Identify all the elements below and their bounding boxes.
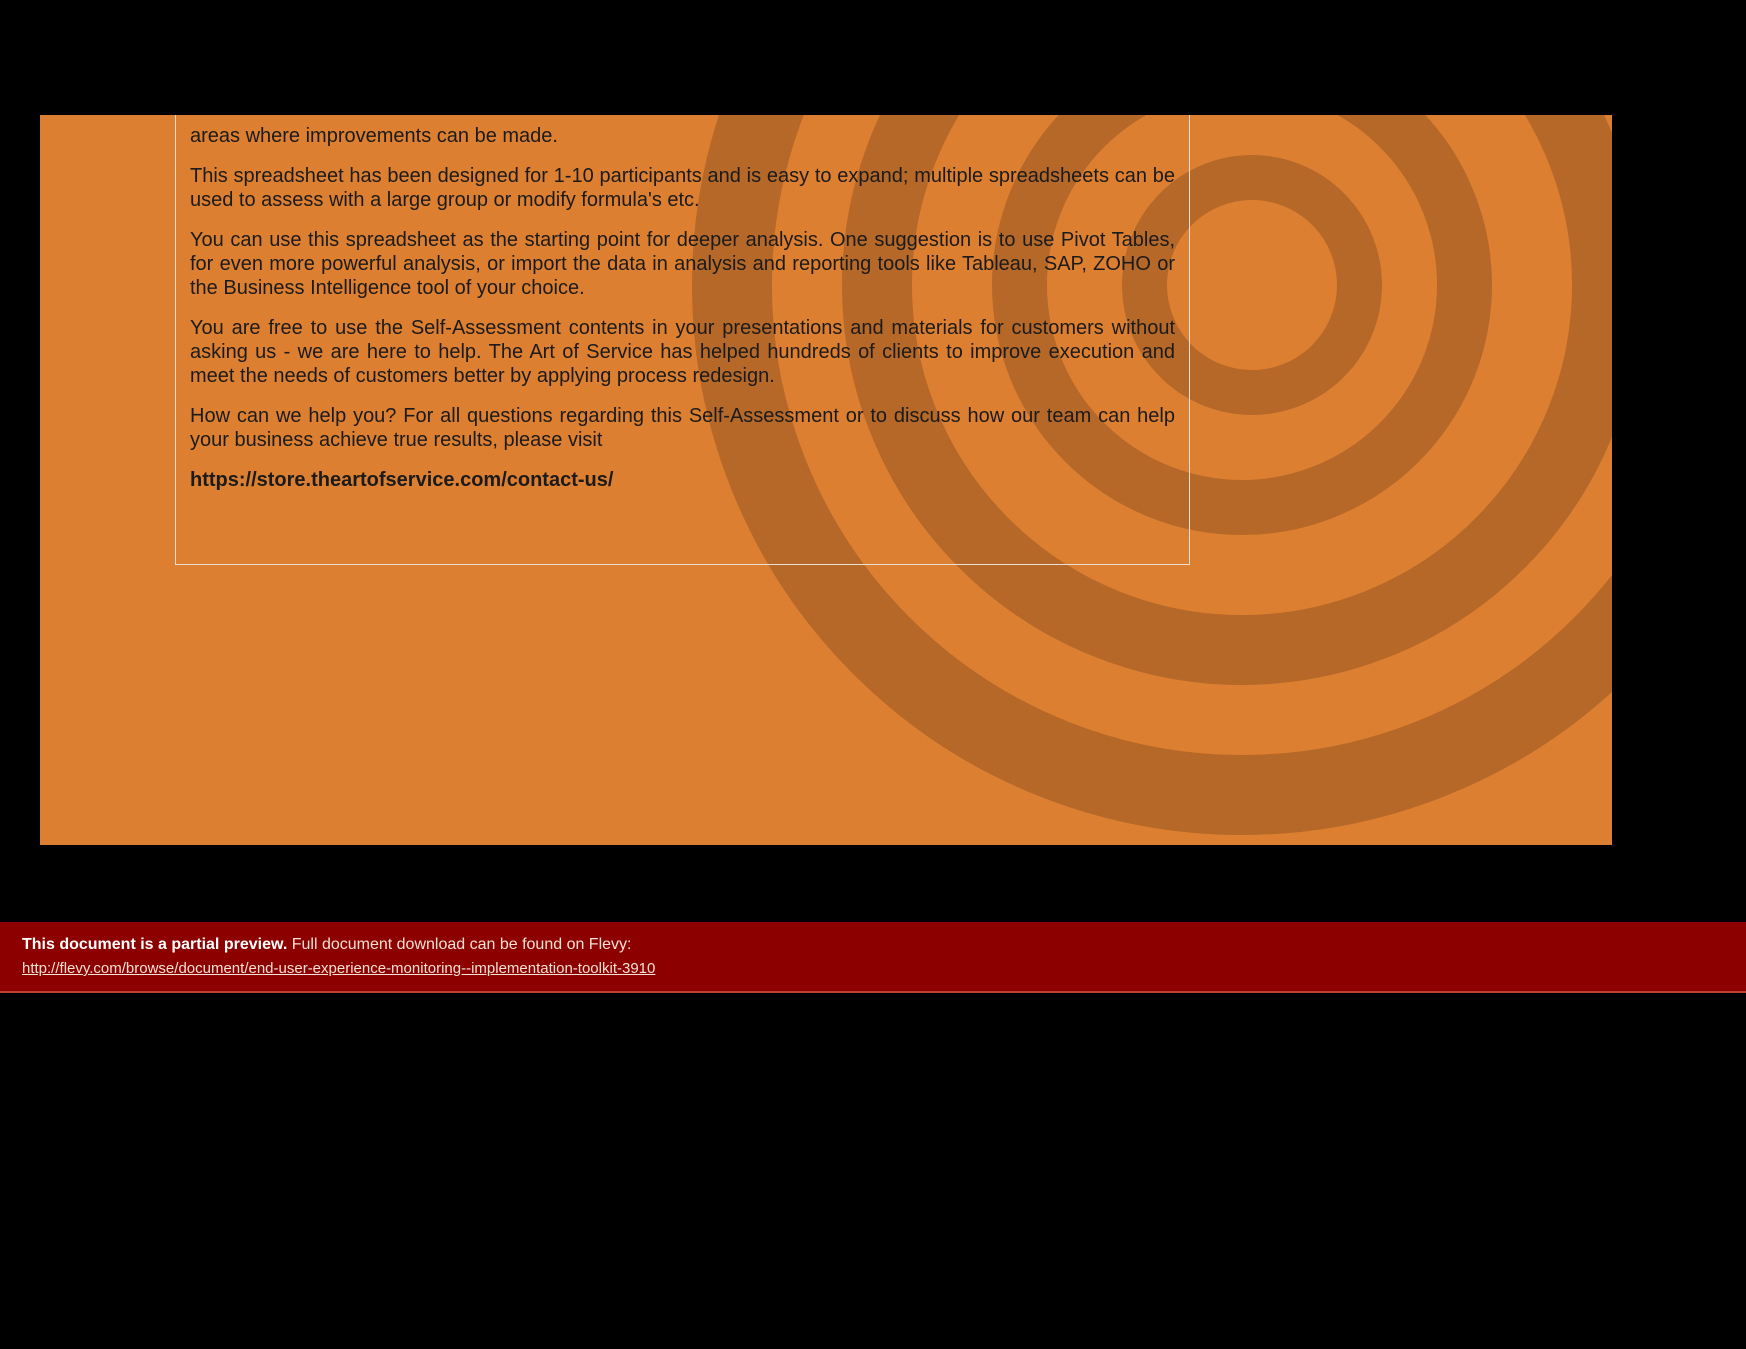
paragraph: You are free to use the Self-Assessment … <box>190 316 1175 388</box>
preview-banner-bold: This document is a partial preview. <box>22 936 287 953</box>
paragraph: You can use this spreadsheet as the star… <box>190 228 1175 300</box>
preview-banner-link[interactable]: http://flevy.com/browse/document/end-use… <box>22 960 655 977</box>
document-page: areas where improvements can be made. Th… <box>40 115 1612 845</box>
contact-url: https://store.theartofservice.com/contac… <box>190 468 1175 492</box>
preview-banner-line2: http://flevy.com/browse/document/end-use… <box>22 960 1724 977</box>
page-root: areas where improvements can be made. Th… <box>0 0 1746 1349</box>
preview-banner: This document is a partial preview. Full… <box>0 922 1746 993</box>
paragraph: How can we help you? For all questions r… <box>190 404 1175 452</box>
paragraph: This spreadsheet has been designed for 1… <box>190 164 1175 212</box>
preview-banner-line1: This document is a partial preview. Full… <box>22 936 1724 954</box>
content-text-frame: areas where improvements can be made. Th… <box>175 115 1190 565</box>
paragraph-fragment: areas where improvements can be made. <box>190 124 1175 148</box>
preview-banner-rest: Full document download can be found on F… <box>287 936 631 953</box>
